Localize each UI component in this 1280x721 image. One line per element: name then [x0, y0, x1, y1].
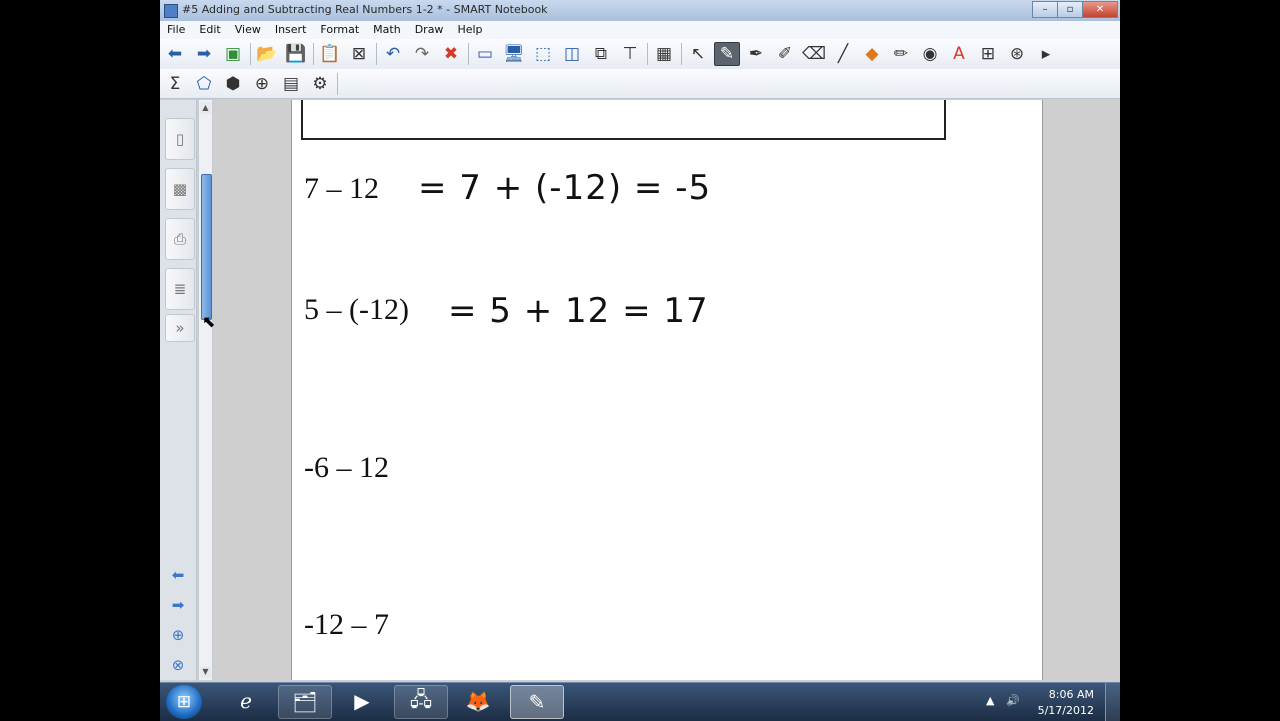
document-camera-icon[interactable]: ⊤ [617, 42, 643, 66]
transparent-background-icon[interactable]: ⬚ [530, 42, 556, 66]
media-player-icon[interactable]: ▶ [336, 685, 388, 717]
attachments-icon[interactable]: ⎙ [165, 218, 195, 260]
maximize-button[interactable]: ▫ [1057, 1, 1083, 18]
creative-pen-icon[interactable]: ✒ [743, 42, 769, 66]
title-bar[interactable]: #5 Adding and Subtracting Real Numbers 1… [160, 0, 1120, 22]
scroll-thumb[interactable] [201, 174, 212, 320]
redo-icon[interactable]: ↷ [409, 42, 435, 66]
start-button[interactable]: ⊞ [166, 685, 202, 719]
add-ons-icon[interactable]: ⚙ [307, 72, 333, 96]
firefox-icon[interactable]: 🦊 [452, 685, 504, 717]
table-icon[interactable]: ▦ [651, 42, 677, 66]
toolbar-separator [250, 43, 251, 65]
scroll-down-arrow-icon[interactable]: ▼ [200, 666, 211, 678]
menu-file[interactable]: File [160, 21, 192, 39]
add-page-icon[interactable]: ▣ [220, 42, 246, 66]
menu-edit[interactable]: Edit [192, 21, 227, 39]
select-icon[interactable]: ↖ [685, 42, 711, 66]
show-desktop-button[interactable] [1105, 683, 1120, 721]
main-toolbar: ⬅ ➡ ▣ 📂 💾 📋 ⊠ ↶ ↷ ✖ ▭ 🖥 ⬚ ◫ ⧉ ⊤ ▦ ↖ ✎ ✒ ✐ ⌫ ╱ ◆ ✏ ◉ A ⊞ ⊛ ▸ [160, 39, 1120, 69]
sigma-icon[interactable]: Σ [162, 72, 188, 96]
pen-icon[interactable]: ✎ [714, 42, 740, 66]
shape-recognition-icon[interactable]: ⬠ [191, 72, 217, 96]
previous-page-icon[interactable]: ⬅ [166, 566, 190, 586]
more-tools-icon[interactable]: ▸ [1033, 42, 1059, 66]
clock-date[interactable]: 5/17/2012 [1038, 704, 1094, 717]
menu-bar: File Edit View Insert Format Math Draw H… [160, 21, 1120, 40]
window-controls: – ▫ ✕ [1032, 1, 1118, 19]
3d-tools-icon[interactable]: ⬢ [220, 72, 246, 96]
toolbar-separator [313, 43, 314, 65]
windows-taskbar: ⊞ ℯ 🗂 ▶ 🖧 🦊 ✎ ▲ 🔊 8:06 AM 5/17/2012 [160, 682, 1120, 721]
menu-view[interactable]: View [228, 21, 268, 39]
show-hidden-icons-icon[interactable]: ▲ [986, 694, 994, 707]
screen-capture-icon[interactable]: ⧉ [588, 42, 614, 66]
file-explorer-icon[interactable]: 🗂 [278, 685, 332, 719]
next-page-icon[interactable]: ➡ [166, 596, 190, 616]
problem-1: 7 – 12 [304, 172, 379, 205]
forward-arrow-icon[interactable]: ➡ [191, 42, 217, 66]
page-sorter-icon[interactable]: ▯ [165, 118, 195, 160]
close-button[interactable]: ✕ [1082, 1, 1118, 18]
toolbar-separator [468, 43, 469, 65]
network-app-icon[interactable]: 🖧 [394, 685, 448, 719]
menu-math[interactable]: Math [366, 21, 408, 39]
title-box-outline [301, 100, 946, 140]
open-folder-icon[interactable]: 📂 [254, 42, 280, 66]
eraser-icon[interactable]: ⌫ [801, 42, 827, 66]
vertical-scrollbar[interactable]: ▲ ▼ [198, 100, 213, 680]
dual-page-icon[interactable]: ◫ [559, 42, 585, 66]
collapse-sidebar-icon[interactable]: » [165, 314, 195, 342]
line-icon[interactable]: ╱ [830, 42, 856, 66]
smart-notebook-icon[interactable]: ✎ [510, 685, 564, 719]
system-tray: ▲ 🔊 8:06 AM 5/17/2012 [980, 683, 1120, 721]
volume-icon[interactable]: 🔊 [1006, 694, 1020, 707]
smart-notebook-window: #5 Adding and Subtracting Real Numbers 1… [160, 0, 1120, 720]
windows-logo-icon: ⊞ [176, 692, 192, 712]
show-hide-screen-icon[interactable]: ▭ [472, 42, 498, 66]
scroll-up-arrow-icon[interactable]: ▲ [200, 102, 211, 114]
text-icon[interactable]: A [946, 42, 972, 66]
side-panel: ▯ ▩ ⎙ ≣ » ⬅ ➡ ⊕ ⊗ [160, 100, 197, 680]
full-screen-icon[interactable]: 🖥 [501, 42, 527, 66]
fill-icon[interactable]: ◉ [917, 42, 943, 66]
menu-insert[interactable]: Insert [268, 21, 314, 39]
clock-time[interactable]: 8:06 AM [1049, 688, 1094, 701]
magic-pen-icon[interactable]: ✐ [772, 42, 798, 66]
clear-icon[interactable]: ✖ [438, 42, 464, 66]
internet-explorer-icon[interactable]: ℯ [220, 685, 272, 717]
problem-3: -6 – 12 [304, 451, 389, 484]
menu-format[interactable]: Format [313, 21, 366, 39]
handwritten-work-2: = 5 + 12 = 17 [448, 291, 709, 331]
back-arrow-icon[interactable]: ⬅ [162, 42, 188, 66]
minimize-button[interactable]: – [1032, 1, 1058, 18]
problem-4: -12 – 7 [304, 608, 389, 641]
problem-2: 5 – (-12) [304, 293, 409, 326]
window-title: #5 Adding and Subtracting Real Numbers 1… [182, 3, 548, 16]
toolbar-separator [647, 43, 648, 65]
shapes-icon[interactable]: ◆ [859, 42, 885, 66]
add-page-icon[interactable]: ⊕ [166, 626, 190, 646]
recognition-icon[interactable]: ⊛ [1004, 42, 1030, 66]
paste-icon[interactable]: 📋 [317, 42, 343, 66]
save-icon[interactable]: 💾 [283, 42, 309, 66]
gallery-icon[interactable]: ▩ [165, 168, 195, 210]
toolbar-separator [337, 72, 338, 95]
highlighter-icon[interactable]: ✏ [888, 42, 914, 66]
toolbar-separator [376, 43, 377, 65]
table-tools-icon[interactable]: ▤ [278, 72, 304, 96]
properties-icon[interactable]: ⊞ [975, 42, 1001, 66]
response-icon[interactable]: ⊕ [249, 72, 275, 96]
delete-page-icon[interactable]: ⊗ [166, 656, 190, 676]
secondary-toolbar: Σ ⬠ ⬢ ⊕ ▤ ⚙ [160, 69, 1120, 99]
toolbar-separator [681, 43, 682, 65]
menu-help[interactable]: Help [450, 21, 489, 39]
app-icon [164, 4, 178, 18]
properties-tab-icon[interactable]: ≣ [165, 268, 195, 310]
mouse-cursor-icon: ⬉ [202, 312, 216, 331]
handwritten-work-1: = 7 + (-12) = -5 [418, 168, 712, 208]
menu-draw[interactable]: Draw [408, 21, 451, 39]
delete-icon[interactable]: ⊠ [346, 42, 372, 66]
undo-icon[interactable]: ↶ [380, 42, 406, 66]
